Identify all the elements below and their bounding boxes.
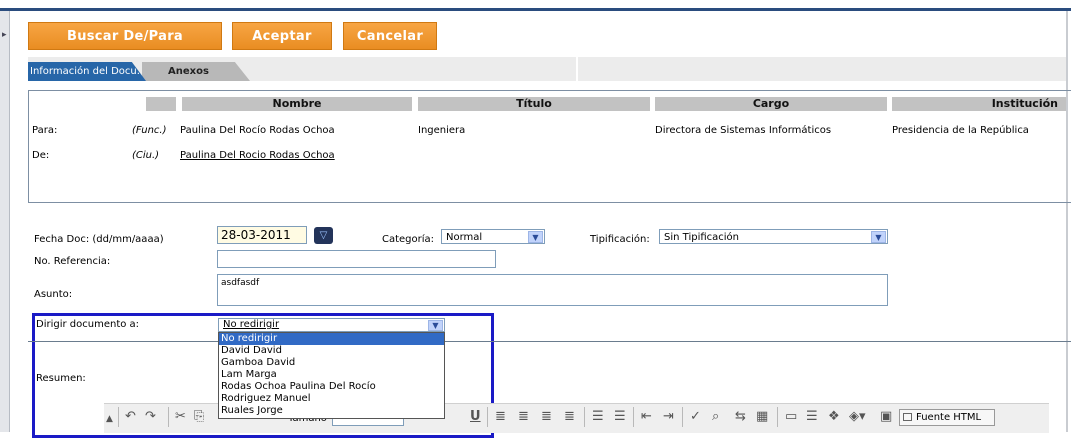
para-label: Para: [32, 125, 58, 136]
dropdown-option[interactable]: Lam Marga [219, 369, 444, 381]
undo-icon[interactable]: ↶ [125, 409, 136, 424]
tabs-divider [576, 57, 578, 83]
left-frame-strip [0, 11, 10, 432]
spellcheck-icon[interactable]: ✓ [690, 409, 701, 424]
chevron-down-icon: ▼ [528, 231, 543, 243]
fuente-html-label: Fuente HTML [916, 412, 982, 423]
color-picker-icon[interactable]: ◈▾ [849, 409, 866, 424]
numbered-list-icon[interactable]: ☰ [592, 409, 604, 424]
find-icon[interactable]: ⌕ [712, 409, 719, 424]
html-source-icon [903, 413, 912, 421]
preview-icon[interactable]: ▣ [880, 409, 892, 424]
asunto-textarea[interactable]: asdfasdf [217, 274, 888, 306]
para-titulo: Ingeniera [418, 125, 466, 136]
dirigir-value: No redirigir [223, 319, 280, 330]
align-justify-icon[interactable]: ≣ [564, 409, 575, 424]
de-label: De: [32, 150, 50, 161]
align-right-icon[interactable]: ≣ [541, 409, 552, 424]
section-separator [28, 341, 1071, 342]
window-top-border [0, 8, 1071, 11]
para-institucion: Presidencia de la República [892, 125, 1029, 136]
asunto-label: Asunto: [34, 289, 73, 300]
header-institucion: Institución [892, 97, 1066, 111]
buscar-de-para-button[interactable]: Buscar De/Para [28, 22, 222, 50]
indent-icon[interactable]: ⇥ [663, 409, 674, 424]
chevron-down-icon: ▼ [871, 231, 886, 243]
toolbar-collapse-icon[interactable]: ▲ [106, 414, 113, 424]
dropdown-option[interactable]: Rodas Ochoa Paulina Del Rocío [219, 381, 444, 393]
tipificacion-label: Tipificación: [590, 234, 650, 245]
tipificacion-select[interactable]: Sin Tipificación ▼ [659, 229, 888, 244]
header-cargo: Cargo [655, 97, 887, 111]
dropdown-option[interactable]: Gamboa David [219, 357, 444, 369]
chevron-down-icon: ▼ [428, 320, 443, 331]
toolbar-separator [487, 407, 488, 427]
align-left-icon[interactable]: ≣ [495, 409, 506, 424]
header-blank [146, 97, 176, 111]
dirigir-label: Dirigir documento a: [36, 319, 140, 330]
de-type: (Ciu.) [132, 150, 160, 161]
horizontal-rule-icon[interactable]: ☰ [806, 409, 818, 424]
right-frame-border [1066, 11, 1068, 432]
categoria-select[interactable]: Normal ▼ [441, 229, 545, 244]
dirigir-dropdown-list: No redirigir David David Gamboa David La… [218, 332, 445, 419]
underline-icon[interactable]: U [470, 409, 481, 424]
bullet-list-icon[interactable]: ☰ [614, 409, 626, 424]
dropdown-option[interactable]: Ruales Jorge [219, 405, 444, 417]
copy-icon[interactable]: ⎘ [194, 409, 204, 424]
para-type: (Func.) [132, 125, 167, 136]
frame-resize-icon: ▸ [2, 30, 7, 40]
tab-anexos[interactable]: Anexos [142, 62, 250, 81]
header-titulo: Título [418, 97, 650, 111]
fecha-label: Fecha Doc: (dd/mm/aaaa) [34, 234, 164, 245]
dropdown-option[interactable]: Rodriguez Manuel [219, 393, 444, 405]
categoria-label: Categoría: [382, 234, 435, 245]
resumen-label: Resumen: [36, 373, 86, 384]
dropdown-option[interactable]: No redirigir [219, 333, 444, 345]
table-icon[interactable]: ▦ [756, 409, 768, 424]
tab-informacion-documento[interactable]: Información del Docu. [28, 62, 146, 81]
toolbar-separator [168, 407, 169, 427]
dropdown-option[interactable]: David David [219, 345, 444, 357]
categoria-value: Normal [446, 232, 483, 243]
de-name-link[interactable]: Paulina Del Rocio Rodas Ochoa [180, 150, 335, 161]
outdent-icon[interactable]: ⇤ [641, 409, 652, 424]
referencia-input[interactable] [217, 250, 496, 268]
toolbar-separator [777, 407, 778, 427]
toolbar-separator [584, 407, 585, 427]
calendar-dropdown-icon[interactable]: ▽ [314, 227, 333, 244]
para-name: Paulina Del Rocío Rodas Ochoa [180, 125, 335, 136]
toolbar-separator [633, 407, 634, 427]
fecha-input[interactable]: 28-03-2011 [217, 226, 307, 244]
cut-icon[interactable]: ✂ [175, 409, 186, 424]
cancelar-button[interactable]: Cancelar [343, 22, 437, 50]
insert-object-icon[interactable]: ❖ [828, 409, 840, 424]
tipificacion-value: Sin Tipificación [664, 232, 740, 243]
para-cargo: Directora de Sistemas Informáticos [655, 125, 832, 136]
box-icon[interactable]: ▭ [785, 409, 797, 424]
referencia-label: No. Referencia: [34, 256, 111, 267]
toolbar-separator [682, 407, 683, 427]
fuente-html-button[interactable]: Fuente HTML [899, 409, 995, 426]
align-center-icon[interactable]: ≣ [518, 409, 529, 424]
dirigir-select[interactable]: No redirigir ▼ [218, 318, 445, 332]
redo-icon[interactable]: ↷ [145, 409, 156, 424]
replace-icon[interactable]: ⇆ [735, 409, 746, 424]
aceptar-button[interactable]: Aceptar [232, 22, 332, 50]
header-nombre: Nombre [182, 97, 412, 111]
window-top [0, 0, 1071, 8]
toolbar-separator [118, 407, 119, 427]
